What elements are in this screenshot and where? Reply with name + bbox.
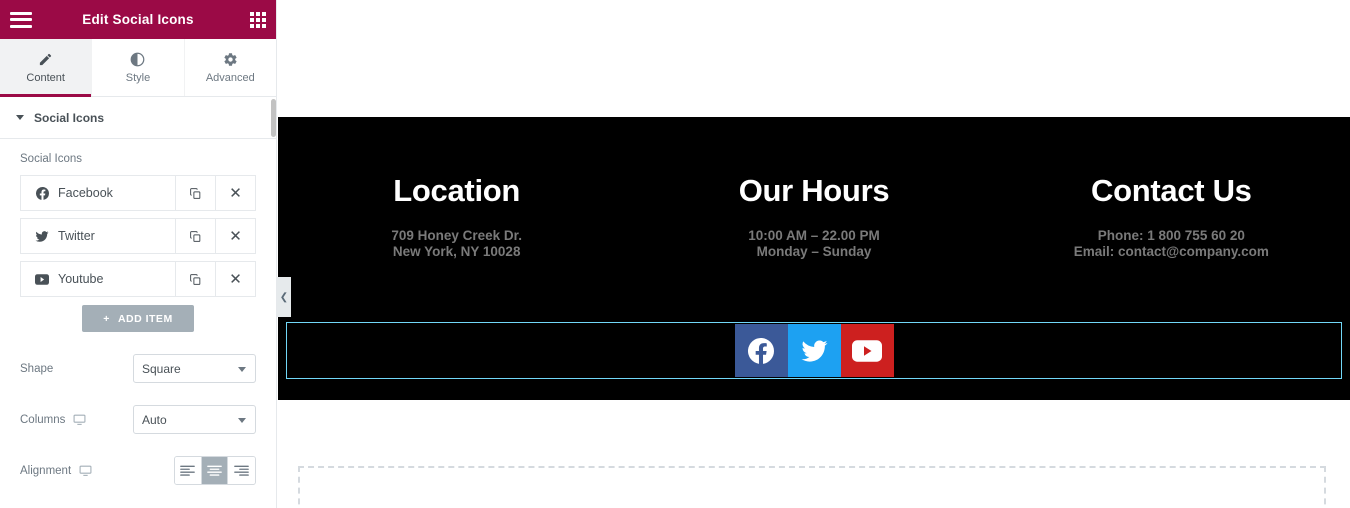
empty-section-dropzone[interactable] bbox=[298, 466, 1326, 508]
columns-label-text: Columns bbox=[20, 413, 66, 426]
columns-value: Auto bbox=[142, 412, 167, 427]
remove-button[interactable]: ✕ bbox=[215, 262, 255, 296]
plus-icon: + bbox=[103, 312, 110, 325]
shape-value: Square bbox=[142, 361, 181, 376]
list-item[interactable]: Facebook ✕ bbox=[20, 175, 256, 211]
align-center-button[interactable] bbox=[201, 457, 229, 484]
control-columns: Columns Auto bbox=[20, 405, 256, 434]
chevron-left-icon: ❮ bbox=[279, 291, 289, 303]
tab-style[interactable]: Style bbox=[92, 39, 185, 96]
gear-icon bbox=[223, 51, 238, 67]
panel-header: Edit Social Icons bbox=[0, 0, 276, 39]
canvas-top-spacer bbox=[278, 0, 1350, 117]
control-alignment: Alignment bbox=[20, 456, 256, 485]
footer-bottom-spacer bbox=[278, 379, 1350, 400]
contrast-circle-icon bbox=[130, 51, 145, 67]
alignment-label: Alignment bbox=[20, 464, 132, 477]
panel-title: Edit Social Icons bbox=[82, 12, 194, 27]
caret-down-icon bbox=[16, 115, 24, 120]
add-item-button[interactable]: + ADD ITEM bbox=[82, 305, 194, 332]
tab-style-label: Style bbox=[125, 72, 151, 84]
panel-tabs: Content Style Advanced bbox=[0, 39, 276, 97]
control-shape: Shape Square bbox=[20, 354, 256, 383]
panel-body: Social Icons Facebook ✕ Twitter ✕ Youtub… bbox=[0, 139, 276, 485]
social-link-facebook[interactable] bbox=[734, 324, 788, 377]
footer-text-line: Phone: 1 800 755 60 20 bbox=[1097, 228, 1245, 243]
hamburger-icon[interactable] bbox=[10, 11, 32, 28]
close-icon: ✕ bbox=[229, 270, 242, 288]
social-icons-row bbox=[734, 324, 894, 377]
footer-text-line: Email: contact@company.com bbox=[1073, 243, 1269, 259]
facebook-icon bbox=[748, 337, 774, 364]
footer-columns: Location 709 Honey Creek Dr. New York, N… bbox=[278, 117, 1350, 322]
remove-button[interactable]: ✕ bbox=[215, 176, 255, 210]
duplicate-button[interactable] bbox=[175, 176, 215, 210]
facebook-icon bbox=[35, 186, 49, 200]
shape-label: Shape bbox=[20, 362, 54, 375]
footer-text-line: Monday – Sunday bbox=[756, 243, 872, 259]
editor-panel: Edit Social Icons Content Style Advanced… bbox=[0, 0, 277, 508]
preview-canvas: Location 709 Honey Creek Dr. New York, N… bbox=[278, 0, 1350, 508]
social-icons-field-label: Social Icons bbox=[20, 153, 83, 165]
list-item-label: Facebook bbox=[58, 186, 113, 200]
alignment-label-text: Alignment bbox=[20, 464, 72, 477]
duplicate-button[interactable] bbox=[175, 262, 215, 296]
close-icon: ✕ bbox=[229, 184, 242, 202]
footer-section: Location 709 Honey Creek Dr. New York, N… bbox=[278, 117, 1350, 400]
repeater-item-main-facebook[interactable]: Facebook bbox=[21, 176, 175, 210]
app-root: Edit Social Icons Content Style Advanced… bbox=[0, 0, 1350, 508]
list-item[interactable]: Youtube ✕ bbox=[20, 261, 256, 297]
footer-text-line: 10:00 AM – 22.00 PM bbox=[748, 228, 880, 243]
tab-content[interactable]: Content bbox=[0, 39, 93, 97]
panel-collapse-handle[interactable]: ❮ bbox=[277, 277, 291, 317]
desktop-icon[interactable] bbox=[73, 413, 86, 426]
youtube-icon bbox=[852, 339, 882, 362]
section-social-icons[interactable]: Social Icons bbox=[0, 97, 276, 139]
add-item-label: ADD ITEM bbox=[117, 312, 173, 325]
tab-content-label: Content bbox=[26, 72, 65, 84]
footer-text-line: New York, NY 10028 bbox=[392, 243, 521, 259]
list-item-label: Twitter bbox=[58, 229, 95, 243]
twitter-icon bbox=[801, 338, 828, 364]
social-link-twitter[interactable] bbox=[787, 324, 841, 377]
social-link-youtube[interactable] bbox=[840, 324, 894, 377]
list-item[interactable]: Twitter ✕ bbox=[20, 218, 256, 254]
footer-column-contact: Contact Us Phone: 1 800 755 60 20 Email:… bbox=[993, 117, 1350, 260]
pencil-icon bbox=[38, 51, 53, 67]
columns-label: Columns bbox=[20, 413, 133, 426]
panel-scrollbar[interactable] bbox=[271, 99, 276, 137]
page-title: Location bbox=[393, 173, 521, 208]
section-title: Social Icons bbox=[34, 110, 105, 125]
chevron-down-icon bbox=[238, 366, 246, 372]
tab-advanced[interactable]: Advanced bbox=[185, 39, 276, 96]
columns-select[interactable]: Auto bbox=[133, 405, 256, 434]
close-icon: ✕ bbox=[229, 227, 242, 245]
duplicate-button[interactable] bbox=[175, 219, 215, 253]
align-right-button[interactable] bbox=[228, 457, 255, 484]
tab-advanced-label: Advanced bbox=[205, 72, 255, 84]
align-left-button[interactable] bbox=[174, 457, 202, 484]
page-title: Our Hours bbox=[738, 173, 890, 208]
grid-apps-icon[interactable] bbox=[250, 11, 266, 28]
list-item-label: Youtube bbox=[58, 272, 104, 286]
footer-column-hours: Our Hours 10:00 AM – 22.00 PM Monday – S… bbox=[635, 117, 992, 260]
desktop-icon[interactable] bbox=[79, 464, 92, 477]
social-icons-widget[interactable] bbox=[286, 322, 1342, 379]
youtube-icon bbox=[35, 272, 49, 286]
repeater-item-main-twitter[interactable]: Twitter bbox=[21, 219, 175, 253]
repeater-item-main-youtube[interactable]: Youtube bbox=[21, 262, 175, 296]
shape-select[interactable]: Square bbox=[133, 354, 256, 383]
twitter-icon bbox=[35, 229, 49, 243]
remove-button[interactable]: ✕ bbox=[215, 219, 255, 253]
footer-column-location: Location 709 Honey Creek Dr. New York, N… bbox=[278, 117, 635, 260]
alignment-button-group bbox=[173, 456, 256, 485]
footer-text-line: 709 Honey Creek Dr. bbox=[391, 228, 522, 243]
chevron-down-icon bbox=[238, 417, 246, 423]
page-title: Contact Us bbox=[1091, 173, 1252, 208]
